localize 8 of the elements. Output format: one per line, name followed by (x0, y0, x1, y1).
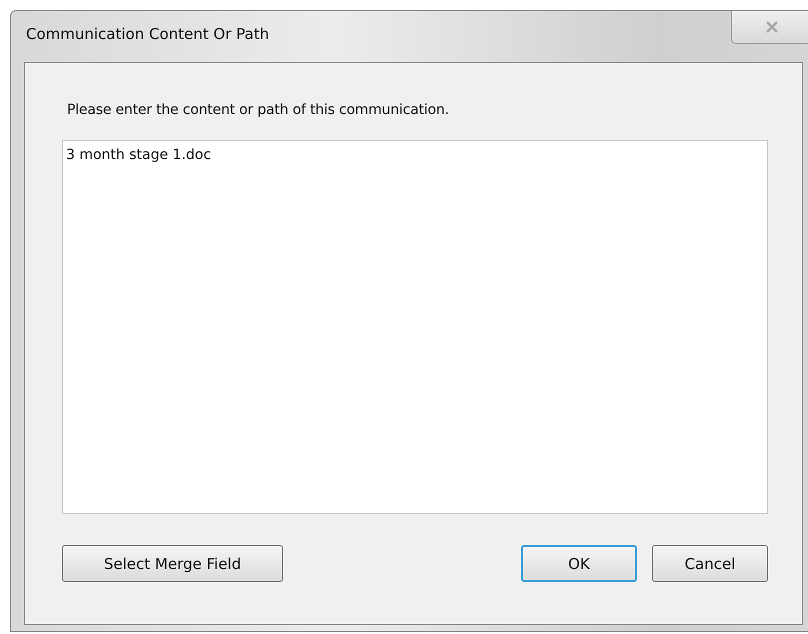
close-icon (765, 21, 779, 33)
close-button[interactable] (731, 11, 808, 44)
window-title: Communication Content Or Path (26, 25, 270, 43)
select-merge-field-button[interactable]: Select Merge Field (62, 545, 283, 582)
prompt-text: Please enter the content or path of this communication. (67, 102, 450, 118)
dialog-button[interactable]: Cancel (652, 545, 768, 582)
dialog-button[interactable]: OK (521, 545, 637, 582)
content-field[interactable]: 3 month stage 1.doc (62, 140, 768, 514)
